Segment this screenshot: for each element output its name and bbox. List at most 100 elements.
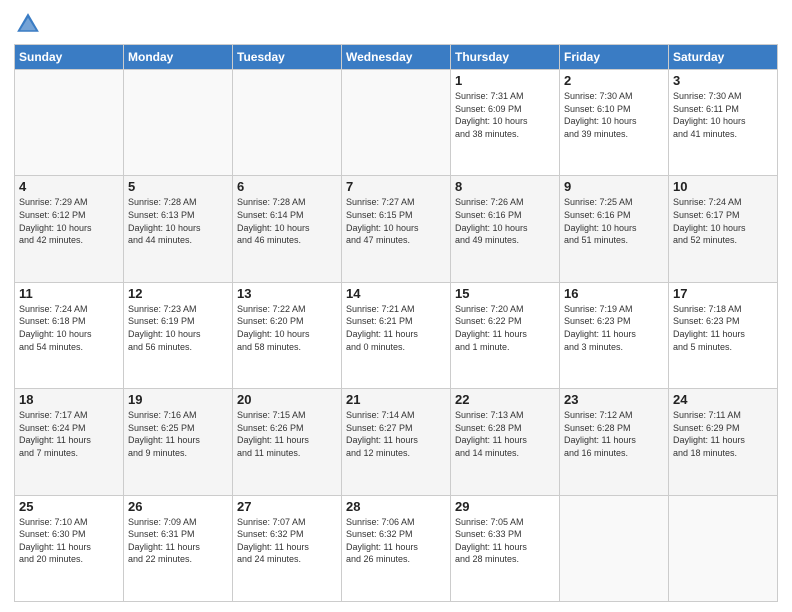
day-number: 23 (564, 392, 664, 407)
calendar-cell: 10 Sunrise: 7:24 AM Sunset: 6:17 PM Dayli… (669, 176, 778, 282)
day-info: Sunrise: 7:19 AM Sunset: 6:23 PM Dayligh… (564, 303, 664, 353)
calendar-cell: 16 Sunrise: 7:19 AM Sunset: 6:23 PM Dayli… (560, 282, 669, 388)
calendar-cell: 28 Sunrise: 7:06 AM Sunset: 6:32 PM Dayli… (342, 495, 451, 601)
calendar-cell (15, 70, 124, 176)
calendar-cell (669, 495, 778, 601)
calendar-cell: 11 Sunrise: 7:24 AM Sunset: 6:18 PM Dayli… (15, 282, 124, 388)
logo-icon (14, 10, 42, 38)
day-number: 6 (237, 179, 337, 194)
day-info: Sunrise: 7:15 AM Sunset: 6:26 PM Dayligh… (237, 409, 337, 459)
day-number: 3 (673, 73, 773, 88)
calendar-cell (233, 70, 342, 176)
day-info: Sunrise: 7:25 AM Sunset: 6:16 PM Dayligh… (564, 196, 664, 246)
calendar-week-4: 25Sunrise: 7:10 AM Sunset: 6:30 PM Dayli… (15, 495, 778, 601)
calendar-cell: 19 Sunrise: 7:16 AM Sunset: 6:25 PM Dayli… (124, 389, 233, 495)
day-number: 24 (673, 392, 773, 407)
calendar-cell: 15 Sunrise: 7:20 AM Sunset: 6:22 PM Dayli… (451, 282, 560, 388)
calendar-cell: 22Sunrise: 7:13 AM Sunset: 6:28 PM Dayli… (451, 389, 560, 495)
day-info: Sunrise: 7:28 AM Sunset: 6:13 PM Dayligh… (128, 196, 228, 246)
calendar-week-0: 1 Sunrise: 7:31 AM Sunset: 6:09 PM Daylig… (15, 70, 778, 176)
day-number: 19 (128, 392, 228, 407)
day-number: 26 (128, 499, 228, 514)
calendar-cell: 13Sunrise: 7:22 AM Sunset: 6:20 PM Dayli… (233, 282, 342, 388)
day-info: Sunrise: 7:31 AM Sunset: 6:09 PM Dayligh… (455, 90, 555, 140)
calendar-cell: 17 Sunrise: 7:18 AM Sunset: 6:23 PM Dayli… (669, 282, 778, 388)
calendar-cell: 1 Sunrise: 7:31 AM Sunset: 6:09 PM Daylig… (451, 70, 560, 176)
calendar-cell: 25Sunrise: 7:10 AM Sunset: 6:30 PM Dayli… (15, 495, 124, 601)
day-info: Sunrise: 7:28 AM Sunset: 6:14 PM Dayligh… (237, 196, 337, 246)
page: SundayMondayTuesdayWednesdayThursdayFrid… (0, 0, 792, 612)
day-info: Sunrise: 7:05 AM Sunset: 6:33 PM Dayligh… (455, 516, 555, 566)
day-number: 9 (564, 179, 664, 194)
day-number: 29 (455, 499, 555, 514)
day-info: Sunrise: 7:18 AM Sunset: 6:23 PM Dayligh… (673, 303, 773, 353)
day-info: Sunrise: 7:06 AM Sunset: 6:32 PM Dayligh… (346, 516, 446, 566)
calendar-cell: 8 Sunrise: 7:26 AM Sunset: 6:16 PM Daylig… (451, 176, 560, 282)
calendar-week-2: 11 Sunrise: 7:24 AM Sunset: 6:18 PM Dayli… (15, 282, 778, 388)
day-info: Sunrise: 7:24 AM Sunset: 6:18 PM Dayligh… (19, 303, 119, 353)
day-info: Sunrise: 7:17 AM Sunset: 6:24 PM Dayligh… (19, 409, 119, 459)
calendar-cell: 14 Sunrise: 7:21 AM Sunset: 6:21 PM Dayli… (342, 282, 451, 388)
day-info: Sunrise: 7:22 AM Sunset: 6:20 PM Dayligh… (237, 303, 337, 353)
calendar: SundayMondayTuesdayWednesdayThursdayFrid… (14, 44, 778, 602)
day-number: 16 (564, 286, 664, 301)
calendar-week-1: 4Sunrise: 7:29 AM Sunset: 6:12 PM Daylig… (15, 176, 778, 282)
day-info: Sunrise: 7:14 AM Sunset: 6:27 PM Dayligh… (346, 409, 446, 459)
day-number: 11 (19, 286, 119, 301)
calendar-header-row: SundayMondayTuesdayWednesdayThursdayFrid… (15, 45, 778, 70)
day-number: 8 (455, 179, 555, 194)
day-info: Sunrise: 7:20 AM Sunset: 6:22 PM Dayligh… (455, 303, 555, 353)
weekday-header-sunday: Sunday (15, 45, 124, 70)
day-info: Sunrise: 7:30 AM Sunset: 6:11 PM Dayligh… (673, 90, 773, 140)
weekday-header-saturday: Saturday (669, 45, 778, 70)
day-info: Sunrise: 7:10 AM Sunset: 6:30 PM Dayligh… (19, 516, 119, 566)
calendar-cell: 29 Sunrise: 7:05 AM Sunset: 6:33 PM Dayli… (451, 495, 560, 601)
day-info: Sunrise: 7:23 AM Sunset: 6:19 PM Dayligh… (128, 303, 228, 353)
day-info: Sunrise: 7:24 AM Sunset: 6:17 PM Dayligh… (673, 196, 773, 246)
day-info: Sunrise: 7:30 AM Sunset: 6:10 PM Dayligh… (564, 90, 664, 140)
day-number: 1 (455, 73, 555, 88)
day-info: Sunrise: 7:27 AM Sunset: 6:15 PM Dayligh… (346, 196, 446, 246)
calendar-cell: 3 Sunrise: 7:30 AM Sunset: 6:11 PM Daylig… (669, 70, 778, 176)
day-number: 28 (346, 499, 446, 514)
day-info: Sunrise: 7:11 AM Sunset: 6:29 PM Dayligh… (673, 409, 773, 459)
weekday-header-friday: Friday (560, 45, 669, 70)
day-number: 15 (455, 286, 555, 301)
day-number: 7 (346, 179, 446, 194)
day-info: Sunrise: 7:21 AM Sunset: 6:21 PM Dayligh… (346, 303, 446, 353)
calendar-cell: 12 Sunrise: 7:23 AM Sunset: 6:19 PM Dayli… (124, 282, 233, 388)
calendar-cell (342, 70, 451, 176)
header (14, 10, 778, 38)
weekday-header-wednesday: Wednesday (342, 45, 451, 70)
day-info: Sunrise: 7:09 AM Sunset: 6:31 PM Dayligh… (128, 516, 228, 566)
day-number: 14 (346, 286, 446, 301)
calendar-cell: 23 Sunrise: 7:12 AM Sunset: 6:28 PM Dayli… (560, 389, 669, 495)
day-info: Sunrise: 7:16 AM Sunset: 6:25 PM Dayligh… (128, 409, 228, 459)
day-number: 4 (19, 179, 119, 194)
calendar-cell: 4Sunrise: 7:29 AM Sunset: 6:12 PM Daylig… (15, 176, 124, 282)
calendar-cell: 9 Sunrise: 7:25 AM Sunset: 6:16 PM Daylig… (560, 176, 669, 282)
day-number: 22 (455, 392, 555, 407)
day-info: Sunrise: 7:12 AM Sunset: 6:28 PM Dayligh… (564, 409, 664, 459)
calendar-cell: 6 Sunrise: 7:28 AM Sunset: 6:14 PM Daylig… (233, 176, 342, 282)
day-number: 10 (673, 179, 773, 194)
calendar-cell: 26 Sunrise: 7:09 AM Sunset: 6:31 PM Dayli… (124, 495, 233, 601)
day-number: 5 (128, 179, 228, 194)
calendar-cell: 24 Sunrise: 7:11 AM Sunset: 6:29 PM Dayli… (669, 389, 778, 495)
calendar-week-3: 18 Sunrise: 7:17 AM Sunset: 6:24 PM Dayli… (15, 389, 778, 495)
day-number: 17 (673, 286, 773, 301)
day-number: 12 (128, 286, 228, 301)
calendar-cell: 5 Sunrise: 7:28 AM Sunset: 6:13 PM Daylig… (124, 176, 233, 282)
day-number: 18 (19, 392, 119, 407)
calendar-body: 1 Sunrise: 7:31 AM Sunset: 6:09 PM Daylig… (15, 70, 778, 602)
calendar-cell: 2Sunrise: 7:30 AM Sunset: 6:10 PM Daylig… (560, 70, 669, 176)
weekday-header-thursday: Thursday (451, 45, 560, 70)
day-info: Sunrise: 7:26 AM Sunset: 6:16 PM Dayligh… (455, 196, 555, 246)
weekday-header-monday: Monday (124, 45, 233, 70)
calendar-cell: 21Sunrise: 7:14 AM Sunset: 6:27 PM Dayli… (342, 389, 451, 495)
calendar-cell: 7 Sunrise: 7:27 AM Sunset: 6:15 PM Daylig… (342, 176, 451, 282)
day-number: 27 (237, 499, 337, 514)
day-number: 20 (237, 392, 337, 407)
calendar-cell: 20 Sunrise: 7:15 AM Sunset: 6:26 PM Dayli… (233, 389, 342, 495)
day-info: Sunrise: 7:07 AM Sunset: 6:32 PM Dayligh… (237, 516, 337, 566)
